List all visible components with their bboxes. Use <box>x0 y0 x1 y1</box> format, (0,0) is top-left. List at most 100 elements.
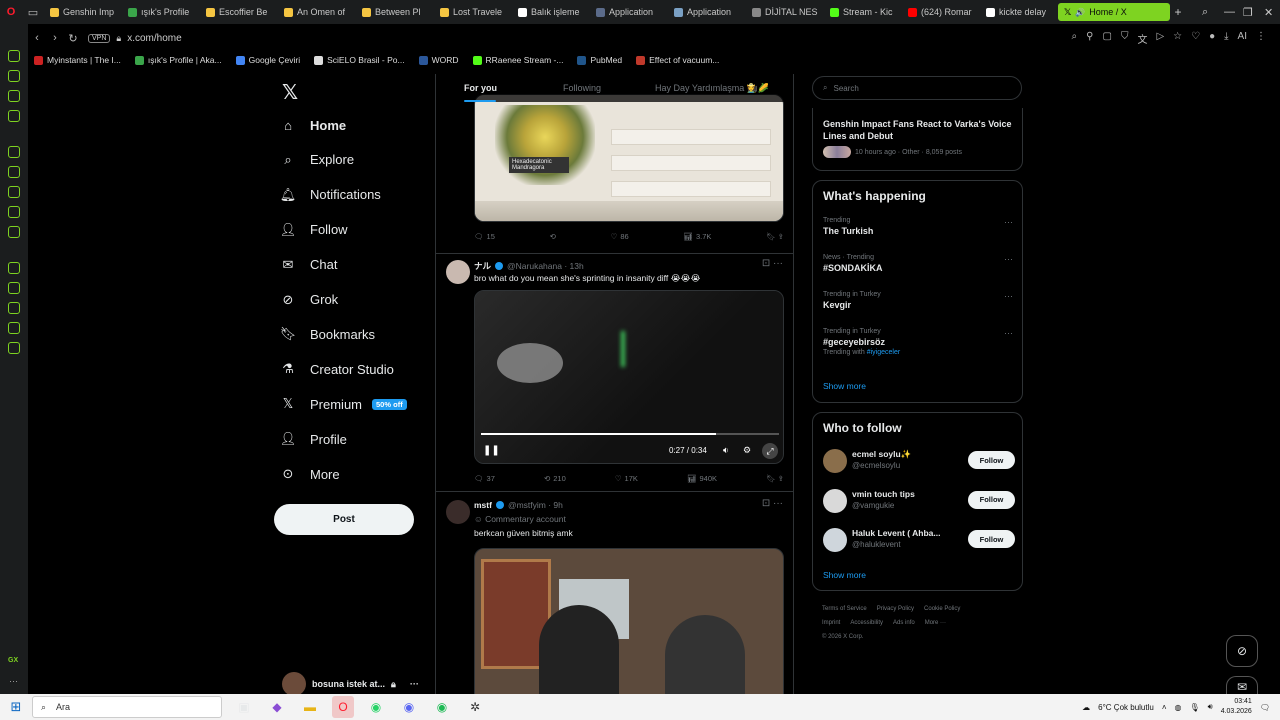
bookmark-button[interactable]: 🔖︎ ⇪ <box>766 474 784 483</box>
trend-item[interactable]: Trending in Turkey #geceyebirsöz Trending … <box>823 328 1013 356</box>
browser-tab[interactable]: DİJİTAL NES <box>746 3 824 21</box>
avatar[interactable] <box>446 260 470 284</box>
sidebar-extensions-icon[interactable] <box>8 322 20 334</box>
volume-icon[interactable]: 🔉︎ <box>723 445 729 456</box>
translate-icon[interactable]: 文 <box>1137 31 1147 46</box>
follow-suggestion[interactable]: ecmel soylu✨ @ecmelsoylu Follow <box>823 447 1015 477</box>
browser-tab[interactable]: Escoffier Be <box>200 3 278 21</box>
browser-tab[interactable]: Stream - Kic <box>824 3 902 21</box>
follow-suggestion[interactable]: vmin touch tips @vamgukie Follow <box>823 487 1015 517</box>
footer-link[interactable]: Privacy Policy <box>877 606 914 612</box>
menu-icon[interactable]: ⋮ <box>1256 31 1266 46</box>
trend-more-icon[interactable]: ··· <box>1004 254 1013 264</box>
zoom-icon[interactable]: ⌕ <box>1072 31 1078 46</box>
retweet-button[interactable]: ⟲ <box>550 232 556 241</box>
views-button[interactable]: 📊︎ 3.7K <box>683 232 711 241</box>
nav-item-grok[interactable]: ⊘ Grok <box>280 286 339 314</box>
x-logo[interactable]: 𝕏 <box>282 80 298 105</box>
opera-gx-icon[interactable]: O <box>332 696 354 718</box>
sidebar-discord-icon[interactable] <box>8 226 20 238</box>
views-button[interactable]: 📊︎ 940K <box>687 474 717 483</box>
nav-item-chat[interactable]: ✉ Chat <box>280 251 338 279</box>
footer-link[interactable]: Imprint <box>822 620 840 626</box>
bookmark-item[interactable]: WORD <box>418 55 459 65</box>
windows-start-icon[interactable]: ⊞ <box>0 699 32 715</box>
footer-link[interactable]: Terms of Service <box>822 606 867 612</box>
post-button[interactable]: Post <box>274 504 414 535</box>
nav-item-creator-studio[interactable]: ⚗ Creator Studio <box>280 355 394 383</box>
tweet-more-icon[interactable]: ⊡ ··· <box>762 498 783 509</box>
browser-tab[interactable]: Genshin Imp <box>44 3 122 21</box>
avatar[interactable] <box>823 488 847 513</box>
settings-icon[interactable]: ⚙ <box>743 445 751 456</box>
follow-button[interactable]: Follow <box>968 451 1015 469</box>
browser-tab[interactable]: An Omen of <box>278 3 356 21</box>
profile-icon[interactable]: ● <box>1209 31 1215 46</box>
trend-more-icon[interactable]: ··· <box>1004 291 1013 301</box>
bookmark-item[interactable]: PubMed <box>577 55 622 65</box>
bookmark-icon[interactable]: ☆ <box>1173 31 1182 46</box>
footer-link[interactable]: Accessibility <box>850 620 883 626</box>
footer-link[interactable]: More ··· <box>925 620 946 626</box>
play-icon[interactable]: ▷ <box>1156 31 1164 46</box>
trend-more-icon[interactable]: ··· <box>1004 217 1013 227</box>
browser-tab[interactable]: Application <box>590 3 668 21</box>
show-more-follow[interactable]: Show more <box>823 570 866 580</box>
chevron-up-icon[interactable]: ˄ <box>1162 703 1167 712</box>
sidebar-workspace-icon[interactable] <box>8 90 20 102</box>
shield-icon[interactable]: ⛉ <box>1121 31 1129 46</box>
nav-item-profile[interactable]: 👤︎ Profile <box>280 425 347 453</box>
reply-button[interactable]: 🗨︎ 37 <box>474 474 495 483</box>
tab-following[interactable]: Following <box>497 83 601 93</box>
bookmark-item[interactable]: Effect of vacuum... <box>636 55 719 65</box>
bookmark-item[interactable]: ışık's Profile | Aka... <box>134 55 222 65</box>
sidebar-speed-dial-icon[interactable] <box>8 50 20 62</box>
network-icon[interactable]: ◍ <box>1175 703 1182 712</box>
sidebar-messenger-icon[interactable] <box>8 206 20 218</box>
close-button[interactable]: ✕ <box>1264 0 1273 24</box>
tab-hay-day[interactable]: Hay Day Yardımlaşma 👩‍🌾🌽 <box>601 83 769 94</box>
news-card[interactable]: Genshin Impact Fans React to Varka's Voi… <box>812 108 1023 171</box>
maximize-button[interactable]: ❐ <box>1243 0 1253 24</box>
download-icon[interactable]: ⤓ <box>1224 31 1228 46</box>
pin-icon[interactable]: ⚲ <box>1086 31 1093 46</box>
footer-link[interactable]: Ads info <box>893 620 915 626</box>
sidebar-clock-icon[interactable] <box>8 302 20 314</box>
discord-icon[interactable]: ◉ <box>398 696 420 718</box>
nav-item-more[interactable]: ⊙ More <box>280 460 340 488</box>
grok-fab[interactable]: ⊘ <box>1226 635 1258 667</box>
sidebar-pin-icon[interactable] <box>8 282 20 294</box>
ai-button[interactable]: AI <box>1238 31 1247 46</box>
sidebar-whatsapp-icon[interactable] <box>8 166 20 178</box>
follow-suggestion[interactable]: Haluk Levent ( Ahba... @haluklevent Follow <box>823 526 1015 556</box>
retweet-button[interactable]: ⟲ 210 <box>544 474 566 483</box>
browser-tab[interactable]: Application <box>668 3 746 21</box>
tweet-more-icon[interactable]: ⊡ ··· <box>762 258 783 269</box>
bookmark-button[interactable]: 🔖︎ ⇪ <box>766 232 784 241</box>
search-tabs-icon[interactable]: ⌕ <box>1202 0 1208 24</box>
sidebar-settings-icon[interactable] <box>8 342 20 354</box>
nav-item-premium[interactable]: 𝕏 Premium 50% off <box>280 390 407 418</box>
browser-tab[interactable]: kickte delay <box>980 3 1058 21</box>
trend-item[interactable]: Trending The Turkish ··· <box>823 217 1013 236</box>
bookmark-item[interactable]: RRaenee Stream -... <box>472 55 563 65</box>
copilot-icon[interactable]: ◆ <box>266 696 288 718</box>
notifications-icon[interactable]: 🗨︎ <box>1260 703 1270 712</box>
footer-link[interactable]: Cookie Policy <box>924 606 960 612</box>
avatar[interactable] <box>823 528 847 552</box>
tab-for-you[interactable]: For you <box>436 83 497 102</box>
url-field[interactable]: x.com/home <box>127 33 181 44</box>
tab-menu-icon[interactable]: ▭ <box>22 0 44 24</box>
pause-icon[interactable]: ❚❚ <box>483 445 500 456</box>
follow-button[interactable]: Follow <box>968 530 1015 548</box>
nav-item-bookmarks[interactable]: 🔖︎ Bookmarks <box>280 320 375 348</box>
avatar[interactable] <box>823 449 847 473</box>
video-player[interactable]: ❚❚ 0:27 / 0:34 🔉︎ ⚙ ⤢ <box>474 290 784 464</box>
like-button[interactable]: ♡ 86 <box>611 232 629 241</box>
tweet-image[interactable]: Hexadecatonic Mandragora <box>474 94 784 222</box>
task-view-icon[interactable]: ▣ <box>233 696 255 718</box>
volume-icon[interactable]: 🔊︎ <box>1208 702 1213 712</box>
like-button[interactable]: ♡ 17K <box>615 474 638 483</box>
sidebar-more-icon[interactable]: ··· <box>9 676 18 686</box>
nav-item-home[interactable]: ⌂ Home <box>280 111 346 139</box>
